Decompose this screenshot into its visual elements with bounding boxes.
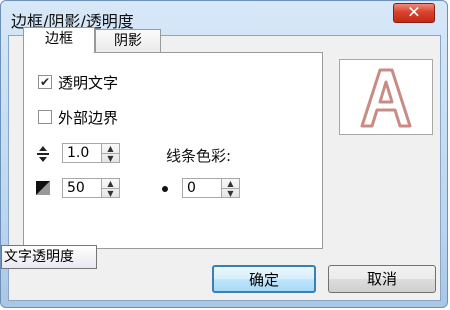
cancel-button[interactable]: 取消 (328, 265, 436, 293)
transparent-text-checkbox[interactable]: ✔ (38, 75, 52, 89)
blur-input[interactable]: 0 (182, 178, 222, 198)
transparent-text-label: 透明文字 (58, 73, 119, 92)
outer-border-checkbox[interactable] (38, 110, 52, 124)
tab-shadow[interactable]: 阴影 (95, 29, 161, 53)
preview-box (339, 59, 433, 135)
outer-border-option[interactable]: 外部边界 (38, 108, 119, 127)
border-tab-panel: ✔ 透明文字 外部边界 1.0 ▲ ▼ 线条色彩: 50 ▲ ▼ 0 ▲ ▼ (23, 52, 323, 249)
preview-a-outline-icon (360, 68, 412, 128)
spin-up-icon[interactable]: ▲ (102, 144, 119, 153)
blur-spin[interactable]: ▲ ▼ (222, 178, 240, 198)
ok-button[interactable]: 确定 (212, 265, 316, 293)
transparency-stepper[interactable]: 50 ▲ ▼ (62, 178, 120, 198)
transparency-tooltip: 文字透明度 (1, 245, 97, 269)
transparency-input[interactable]: 50 (62, 178, 102, 198)
line-color-label: 线条色彩: (166, 147, 232, 165)
dialog-window: 边框/阴影/透明度 ✕ 边框 阴影 ✔ 透明文字 外部边界 1.0 ▲ ▼ 线条… (0, 0, 448, 308)
close-button[interactable]: ✕ (393, 3, 435, 23)
spin-down-icon[interactable]: ▼ (102, 153, 119, 163)
line-spacing-input[interactable]: 1.0 (62, 143, 102, 163)
transparency-icon (36, 181, 50, 195)
tab-border[interactable]: 边框 (23, 27, 95, 53)
spin-down-icon[interactable]: ▼ (102, 188, 119, 198)
tab-border-label: 边框 (45, 31, 73, 47)
transparency-spin[interactable]: ▲ ▼ (102, 178, 120, 198)
spin-up-icon[interactable]: ▲ (222, 179, 239, 188)
transparent-text-option[interactable]: ✔ 透明文字 (38, 73, 119, 92)
dot-icon (158, 182, 172, 196)
line-spacing-icon (36, 145, 50, 163)
spin-up-icon[interactable]: ▲ (102, 179, 119, 188)
tab-shadow-label: 阴影 (114, 33, 142, 49)
close-icon: ✕ (407, 2, 421, 22)
line-spacing-stepper[interactable]: 1.0 ▲ ▼ (62, 143, 120, 163)
outer-border-label: 外部边界 (58, 108, 119, 127)
spin-down-icon[interactable]: ▼ (222, 188, 239, 198)
blur-stepper[interactable]: 0 ▲ ▼ (182, 178, 240, 198)
line-spacing-spin[interactable]: ▲ ▼ (102, 143, 120, 163)
